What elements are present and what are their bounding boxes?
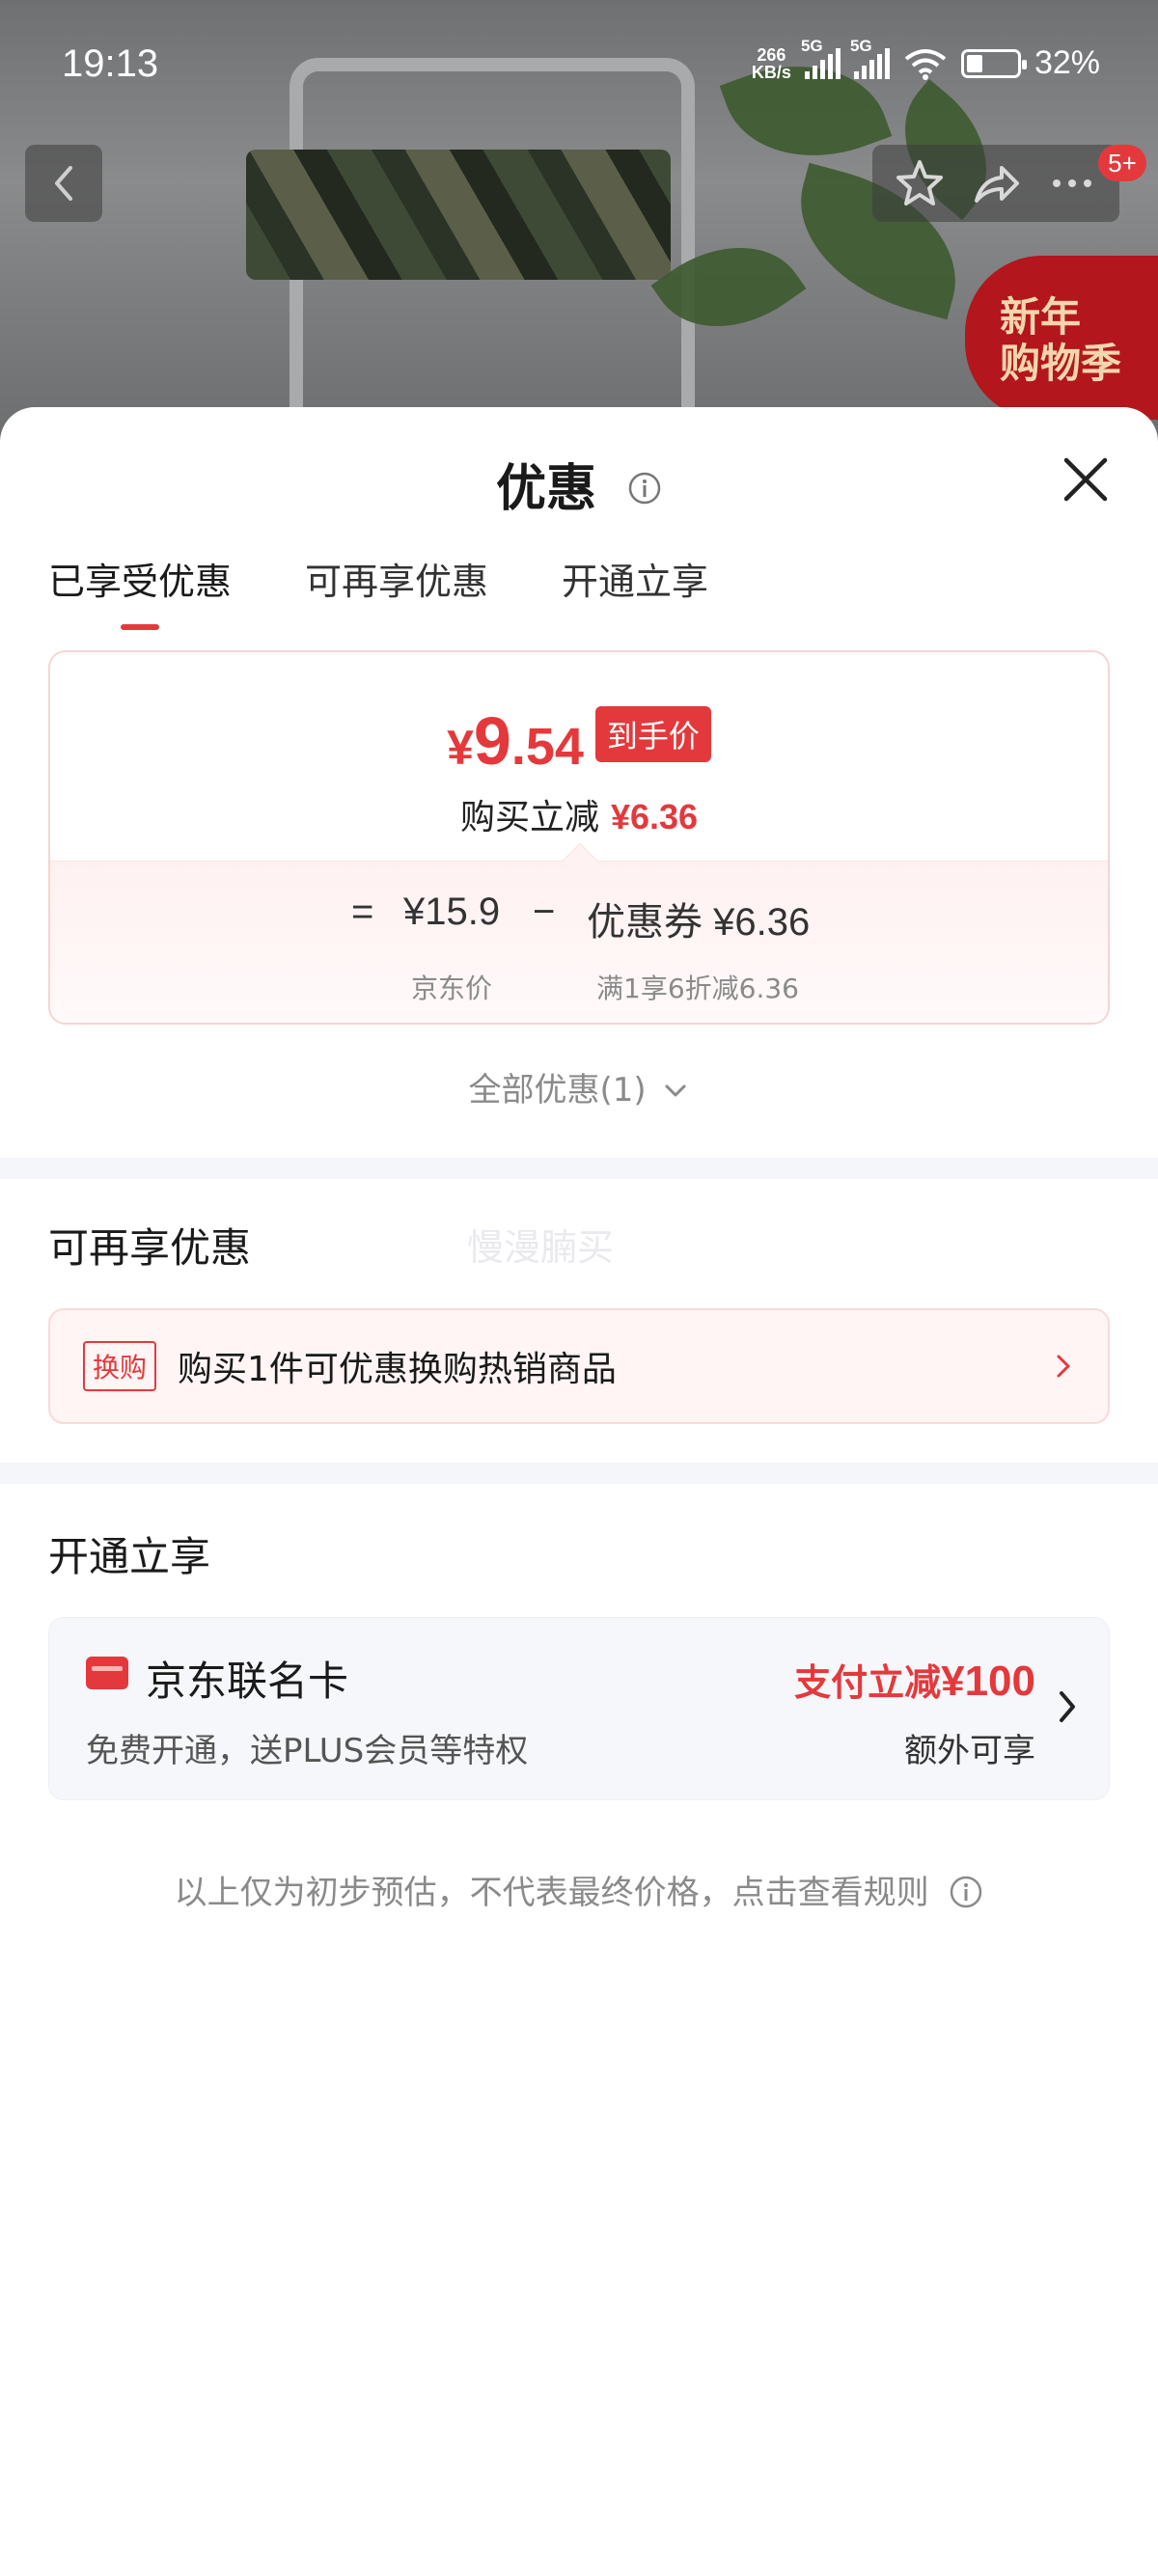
enjoyed-offer-card: ¥9.54 到手价 购买立减 ¥6.36 = ¥15.9 − 优惠券 ¥6.36 … — [48, 650, 1110, 1025]
close-icon[interactable] — [1057, 451, 1115, 508]
network-speed-value: 266 — [757, 44, 786, 65]
reduce-amount: ¥6.36 — [610, 797, 699, 836]
disclaimer-text: 以上仅为初步预估，不代表最终价格，点击查看规则 — [174, 1874, 929, 1912]
nav-actions-group — [872, 145, 1119, 222]
price-currency: ¥ — [447, 721, 474, 775]
chevron-down-icon — [665, 1084, 686, 1096]
open-now-title: 开通立享 — [48, 1533, 211, 1580]
jd-cobrand-card-offer[interactable]: 京东联名卡 免费开通，送PLUS会员等特权 支付立减¥100 额外可享 — [48, 1617, 1110, 1800]
battery-percent: 32% — [1034, 44, 1100, 81]
tab-open-now[interactable]: 开通立享 — [562, 552, 708, 630]
swap-tag: 换购 — [83, 1341, 157, 1391]
back-button[interactable] — [25, 145, 102, 222]
offer-tabs: 已享受优惠 可再享优惠 开通立享 — [48, 552, 708, 630]
wifi-icon — [904, 48, 947, 80]
final-price: ¥9.54 — [447, 702, 584, 780]
network-speed: 266 KB/s — [752, 46, 791, 81]
breakdown-notch — [562, 842, 598, 879]
promo-line-1: 新年 — [1000, 293, 1082, 341]
card-description: 免费开通，送PLUS会员等特权 — [86, 1732, 529, 1770]
coupon-description: 满1享6折减6.36 — [596, 973, 799, 1004]
sheet-header: 优惠 — [0, 448, 1158, 520]
status-indicators: 266 KB/s 5G 5G 32% — [752, 37, 1100, 82]
promo-line-2: 购物季 — [1000, 340, 1122, 387]
signal-icon: 5G — [850, 37, 890, 79]
share-icon[interactable] — [969, 156, 1023, 210]
card-name: 京东联名卡 — [146, 1658, 349, 1705]
info-icon[interactable] — [627, 471, 662, 506]
minus-sign: − — [533, 891, 556, 933]
status-bar: 19:13 266 KB/s 5G 5G 32% — [0, 0, 1158, 135]
price-decimal: .54 — [510, 718, 584, 776]
card-extra: 额外可享 — [904, 1732, 1035, 1770]
reduce-label: 购买立减 — [459, 798, 599, 837]
tab-more-offers[interactable]: 可再享优惠 — [305, 552, 488, 630]
sim2-label: 5G — [849, 36, 872, 55]
tab-enjoyed[interactable]: 已享受优惠 — [48, 552, 232, 630]
more-offers-title: 可再享优惠 — [48, 1224, 252, 1272]
disclaimer[interactable]: 以上仅为初步预估，不代表最终价格，点击查看规则 — [0, 1866, 1158, 1913]
section-divider — [0, 1158, 1158, 1179]
equals-sign: = — [351, 891, 374, 933]
sim1-label: 5G — [800, 36, 823, 55]
star-icon[interactable] — [893, 156, 947, 210]
new-year-promo-badge[interactable]: 新年 购物季 — [965, 256, 1158, 420]
all-offers-toggle[interactable]: 全部优惠(1) — [0, 1063, 1158, 1110]
chevron-right-icon — [1060, 1691, 1075, 1722]
swap-text: 购买1件可优惠换购热销商品 — [178, 1350, 617, 1389]
credit-card-icon — [86, 1657, 128, 1689]
notification-badge: 5+ — [1098, 145, 1146, 181]
status-time: 19:13 — [62, 42, 159, 85]
all-offers-label: 全部优惠(1) — [468, 1071, 647, 1110]
final-price-tag: 到手价 — [594, 706, 711, 762]
card-reduce: 支付立减¥100 — [794, 1653, 1035, 1706]
price-breakdown: = ¥15.9 − 优惠券 ¥6.36 京东价 满1享6折减6.36 — [50, 842, 1108, 1023]
section-divider — [0, 1463, 1158, 1484]
network-speed-unit: KB/s — [751, 62, 791, 82]
battery-icon — [960, 48, 1027, 78]
chevron-right-icon — [1057, 1355, 1070, 1378]
purchase-reduce-row: 购买立减 ¥6.36 — [50, 789, 1108, 839]
card-reduce-amount: ¥100 — [941, 1658, 1035, 1705]
final-price-row: ¥9.54 到手价 — [50, 702, 1108, 780]
jd-price-label: 京东价 — [411, 973, 493, 1004]
swap-offer-card[interactable]: 换购 购买1件可优惠换购热销商品 — [48, 1308, 1110, 1424]
card-reduce-prefix: 支付立减 — [794, 1661, 942, 1704]
info-icon — [951, 1876, 982, 1907]
sheet-title: 优惠 — [495, 460, 596, 518]
chevron-left-icon — [55, 166, 72, 201]
coupon-amount: 优惠券 ¥6.36 — [587, 901, 811, 944]
watermark: 慢漫腩买 — [467, 1226, 615, 1269]
signal-icon: 5G — [801, 37, 841, 79]
price-integer: 9 — [473, 703, 511, 779]
more-icon[interactable] — [1045, 156, 1099, 210]
offers-sheet: 优惠 已享受优惠 可再享优惠 开通立享 ¥9.54 到手价 购买立减 ¥6.36 … — [0, 407, 1158, 2576]
jd-price: ¥15.9 — [403, 891, 501, 933]
camo-band-shape — [246, 150, 671, 280]
